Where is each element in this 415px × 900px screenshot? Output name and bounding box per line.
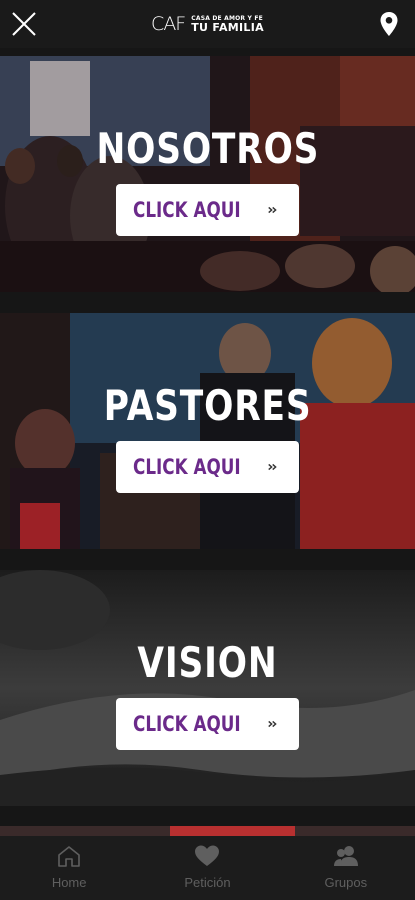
button-label: CLICK AQUI xyxy=(133,198,241,222)
bottom-nav: Home Petición Grupos xyxy=(0,836,415,900)
nav-item-home[interactable]: Home xyxy=(0,836,138,900)
section-pastores: PASTORES CLICK AQUI xyxy=(0,313,415,549)
home-icon xyxy=(58,846,80,867)
button-label: CLICK AQUI xyxy=(133,712,241,736)
double-chevron-right-icon xyxy=(267,206,277,214)
section-title: PASTORES xyxy=(103,381,312,430)
double-chevron-right-icon xyxy=(267,720,277,728)
click-aqui-button[interactable]: CLICK AQUI xyxy=(116,441,299,493)
heart-icon xyxy=(195,845,220,866)
button-label: CLICK AQUI xyxy=(133,455,241,479)
close-icon[interactable] xyxy=(10,10,38,38)
brand-title: TU FAMILIA xyxy=(191,20,264,34)
app-header: CAF CASA DE AMOR Y FE TU FAMILIA xyxy=(0,0,415,48)
bible-background-image xyxy=(0,570,415,806)
double-chevron-right-icon xyxy=(267,463,277,471)
worship-background-image xyxy=(0,56,415,292)
brand-logo: CAF CASA DE AMOR Y FE TU FAMILIA xyxy=(151,13,264,35)
click-aqui-button[interactable]: CLICK AQUI xyxy=(116,698,299,750)
nav-item-peticion[interactable]: Petición xyxy=(138,836,276,900)
section-nosotros: NOSOTROS CLICK AQUI xyxy=(0,56,415,292)
brand-mark: CAF xyxy=(151,13,186,35)
nav-label: Home xyxy=(51,875,87,890)
nav-item-grupos[interactable]: Grupos xyxy=(277,836,415,900)
nav-label: Petición xyxy=(184,875,231,890)
pastors-background-image xyxy=(0,313,415,549)
nav-label: Grupos xyxy=(324,875,368,890)
click-aqui-button[interactable]: CLICK AQUI xyxy=(116,184,299,236)
section-next-peek xyxy=(0,826,415,836)
section-title: NOSOTROS xyxy=(96,124,319,173)
next-section-background-image xyxy=(0,826,415,836)
section-vision: VISION CLICK AQUI xyxy=(0,570,415,806)
section-title: VISION xyxy=(137,638,278,687)
location-pin-icon[interactable] xyxy=(379,11,399,37)
group-icon xyxy=(333,846,358,866)
